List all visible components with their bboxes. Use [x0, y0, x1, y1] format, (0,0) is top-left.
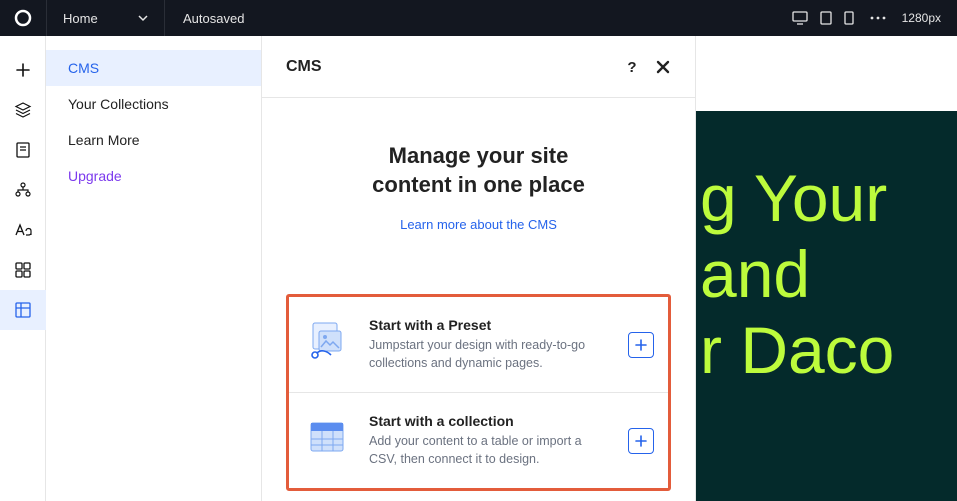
option-title: Start with a collection: [369, 413, 610, 429]
viewport-width-label: 1280px: [902, 11, 941, 25]
sidebar-item-label: CMS: [68, 60, 99, 76]
close-icon[interactable]: [655, 59, 671, 75]
option-preset[interactable]: Start with a Preset Jumpstart your desig…: [289, 297, 668, 392]
sidebar-item-cms[interactable]: CMS: [46, 50, 261, 86]
option-desc: Jumpstart your design with ready-to-go c…: [369, 337, 599, 372]
cms-panel: CMS ? Manage your site content in one pl…: [262, 36, 696, 501]
panel-header: CMS ?: [262, 36, 695, 98]
tool-add[interactable]: [0, 50, 46, 90]
home-label: Home: [63, 11, 98, 26]
cms-sidebar: CMS Your Collections Learn More Upgrade: [46, 36, 262, 501]
tool-typography[interactable]: [0, 210, 46, 250]
start-options-highlight: Start with a Preset Jumpstart your desig…: [286, 294, 671, 491]
help-icon[interactable]: ?: [623, 58, 641, 76]
tool-page[interactable]: [0, 130, 46, 170]
hero-text: g Your and r Daco: [700, 161, 894, 389]
more-icon[interactable]: [870, 16, 886, 20]
option-title: Start with a Preset: [369, 317, 610, 333]
sidebar-item-label: Upgrade: [68, 168, 122, 184]
autosaved-status: Autosaved: [164, 0, 262, 36]
option-collection[interactable]: Start with a collection Add your content…: [289, 392, 668, 488]
tool-rail: [0, 36, 46, 501]
device-preview-group: [792, 11, 854, 25]
panel-heading: Manage your site content in one place: [286, 142, 671, 199]
tool-sitemap[interactable]: [0, 170, 46, 210]
learn-more-link[interactable]: Learn more about the CMS: [400, 217, 557, 232]
sidebar-item-your-collections[interactable]: Your Collections: [46, 86, 261, 122]
desktop-icon[interactable]: [792, 11, 808, 25]
sidebar-item-label: Learn More: [68, 132, 140, 148]
add-preset-button[interactable]: [628, 332, 654, 358]
sidebar-item-upgrade[interactable]: Upgrade: [46, 158, 261, 194]
add-collection-button[interactable]: [628, 428, 654, 454]
mobile-icon[interactable]: [844, 11, 854, 25]
tool-apps[interactable]: [0, 250, 46, 290]
tool-layers[interactable]: [0, 90, 46, 130]
sidebar-item-learn-more[interactable]: Learn More: [46, 122, 261, 158]
option-desc: Add your content to a table or import a …: [369, 433, 599, 468]
svg-text:?: ?: [627, 59, 636, 76]
preset-icon: [303, 317, 351, 365]
editor-canvas[interactable]: g Your and r Daco: [696, 36, 957, 501]
sidebar-item-label: Your Collections: [68, 96, 169, 112]
topbar: Home Autosaved 1280px: [0, 0, 957, 36]
hero-section: g Your and r Daco: [696, 111, 957, 501]
tool-cms[interactable]: [0, 290, 46, 330]
app-logo[interactable]: [0, 0, 46, 36]
home-dropdown[interactable]: Home: [46, 0, 164, 36]
chevron-down-icon: [138, 13, 148, 23]
panel-title: CMS: [286, 58, 322, 76]
tablet-icon[interactable]: [820, 11, 832, 25]
collection-icon: [303, 413, 351, 461]
